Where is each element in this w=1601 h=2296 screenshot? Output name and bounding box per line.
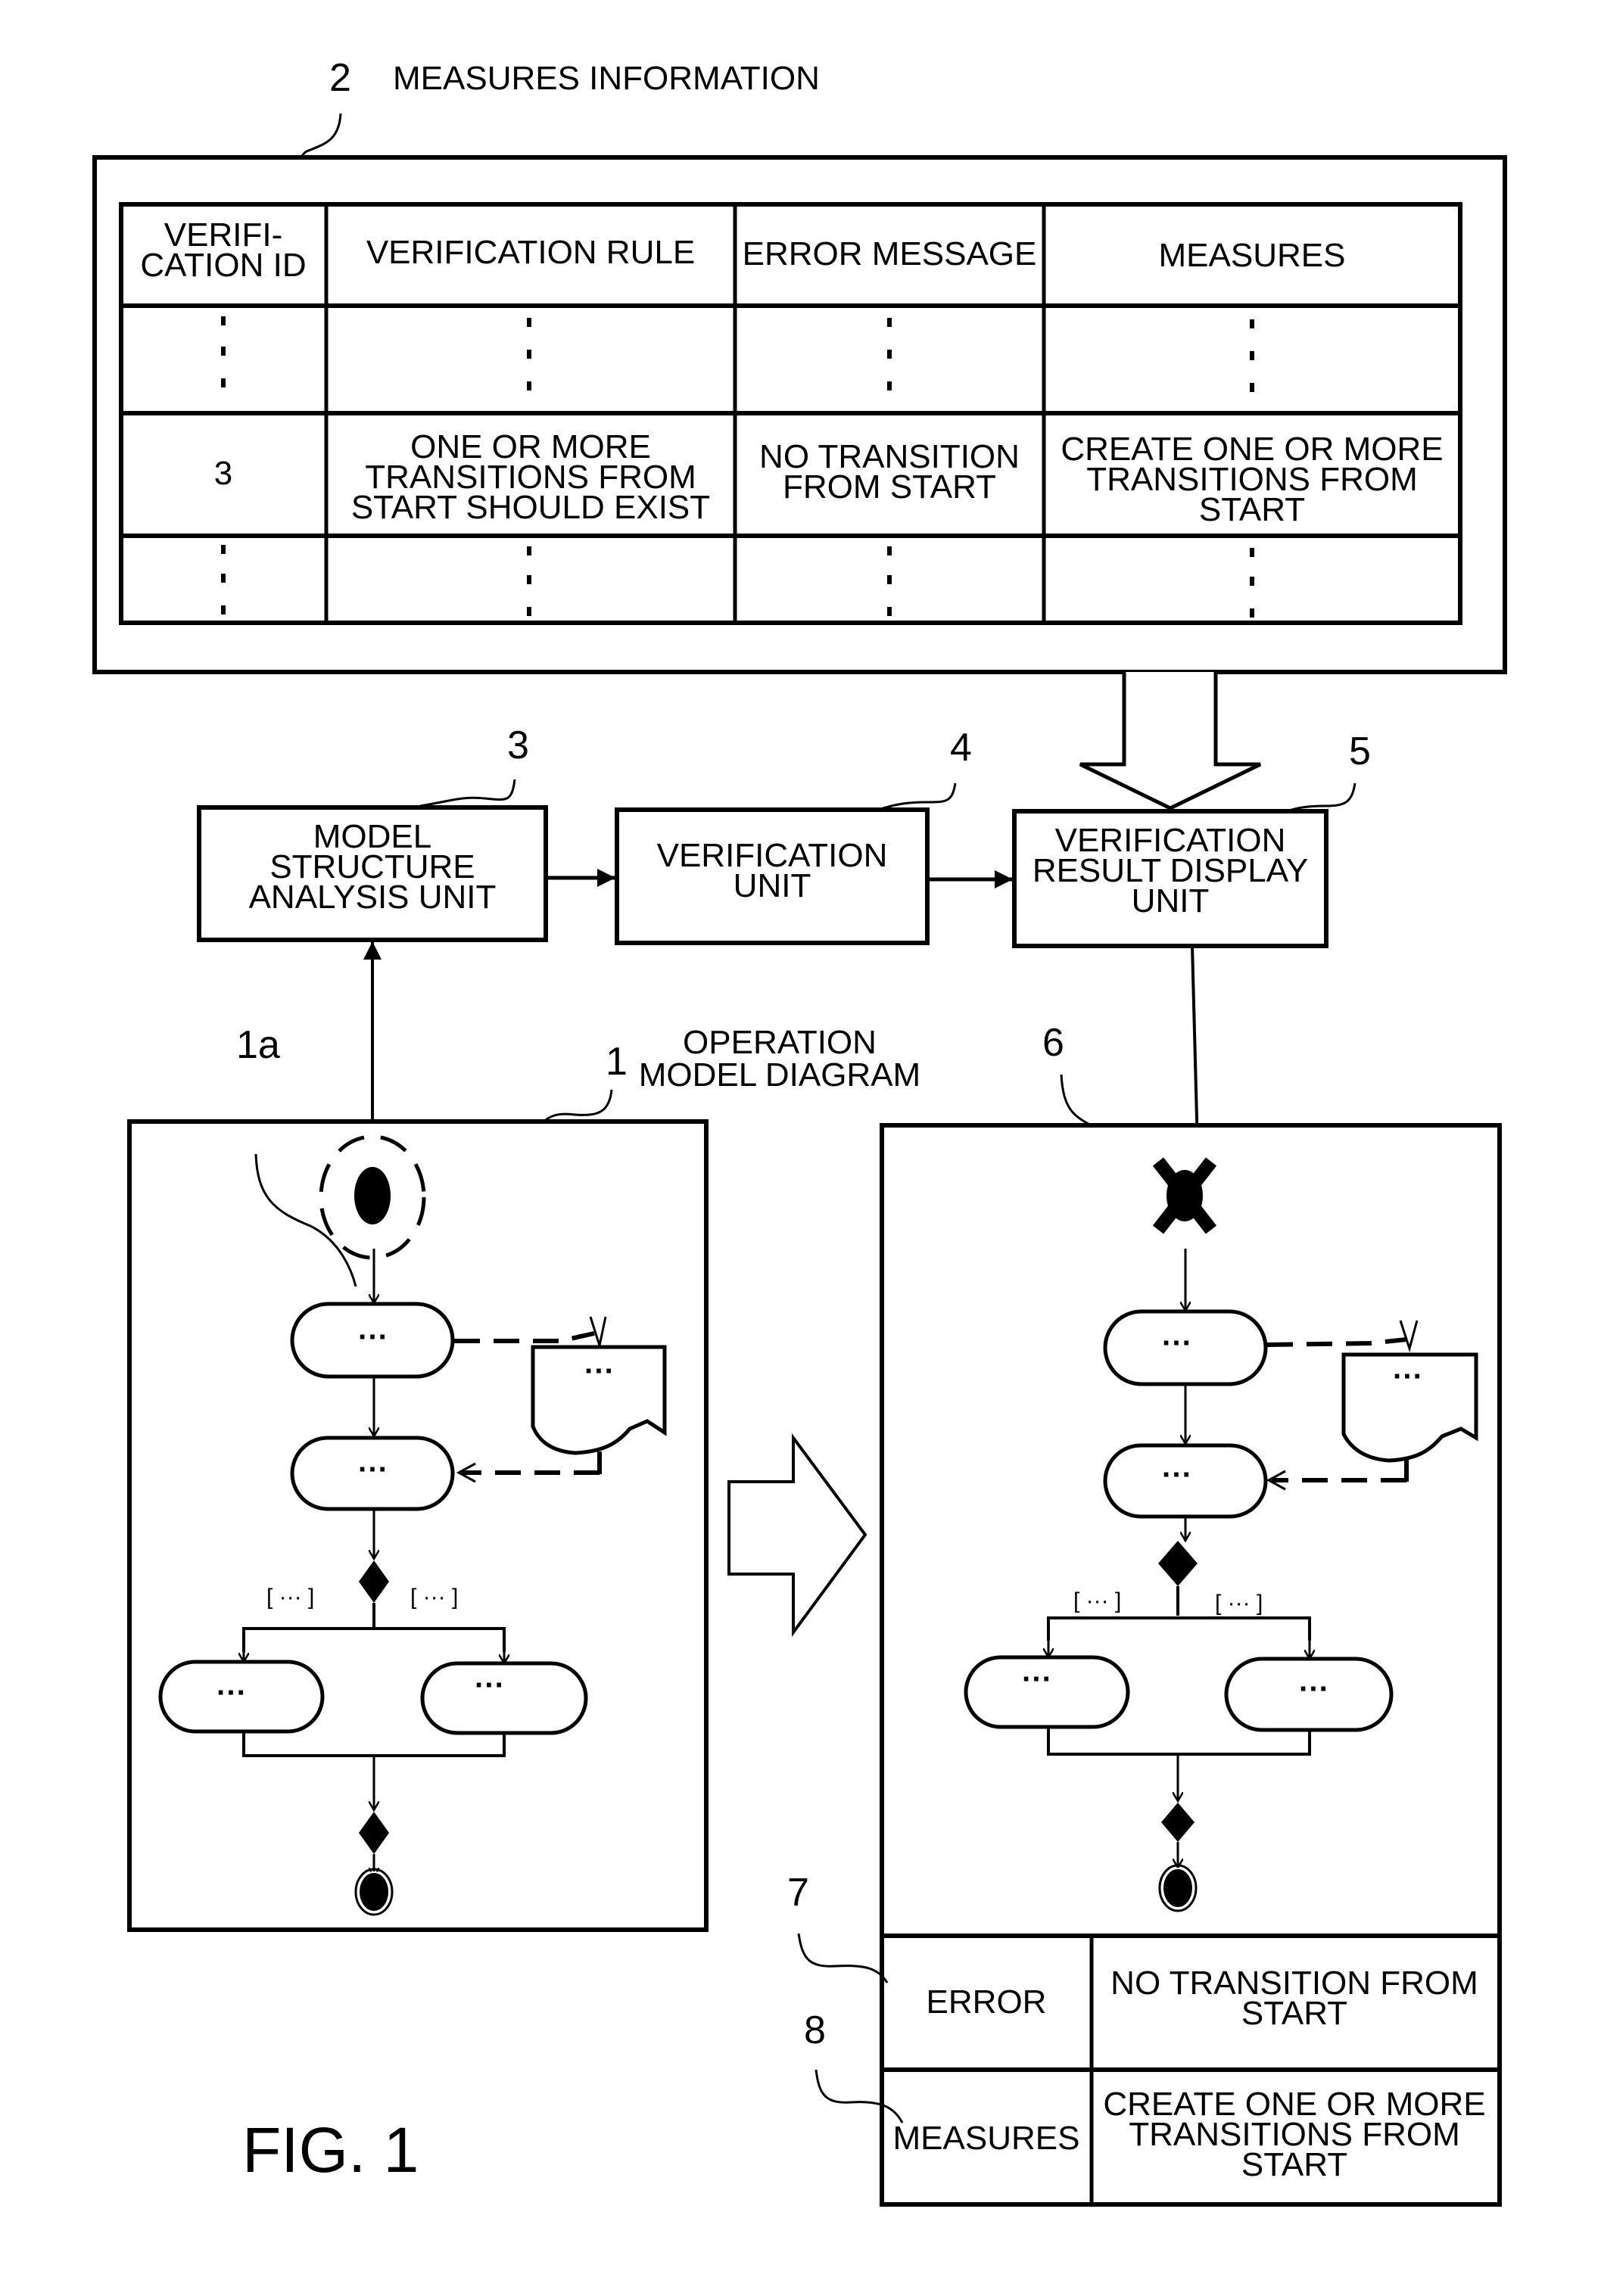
- action-node-2-text: ···: [358, 1453, 388, 1486]
- operation-model-title-line1: OPERATION: [683, 1024, 877, 1061]
- ref-6: 6: [1042, 1021, 1064, 1065]
- result-error-label: ERROR: [927, 1983, 1047, 2021]
- operation-model-diagram-panel: [127, 1119, 709, 1932]
- result-display-line3: UNIT: [1132, 882, 1210, 919]
- operation-model-title-line2: MODEL DIAGRAM: [639, 1056, 920, 1094]
- leader-line-3: [419, 779, 516, 807]
- ref-7: 7: [787, 1871, 809, 1915]
- measures-information-title: MEASURES INFORMATION: [393, 60, 820, 97]
- ref-8: 8: [804, 2008, 826, 2052]
- r-action-node-2-text: ···: [1162, 1458, 1192, 1492]
- figure-label: FIG. 1: [242, 2114, 419, 2186]
- header-verification-id-line2: CATION ID: [140, 247, 306, 284]
- verification-unit-line2: UNIT: [734, 867, 811, 904]
- ref-3: 3: [507, 723, 529, 767]
- r-guard-right: [ ··· ]: [1215, 1591, 1263, 1616]
- object-node-text: ···: [584, 1355, 615, 1388]
- patent-figure: 2 MEASURES INFORMATION VERIFI- CATION ID…: [92, 56, 1507, 2207]
- leader-line-7: [797, 1933, 889, 1983]
- r-action-node-3-text: ···: [1022, 1663, 1052, 1696]
- header-error-message: ERROR MESSAGE: [743, 235, 1037, 272]
- result-measures-line3: START: [1241, 2146, 1347, 2183]
- ref-5: 5: [1349, 730, 1371, 773]
- leader-line-4: [877, 782, 957, 811]
- guard-right: [ ··· ]: [410, 1585, 458, 1610]
- r-final-node-icon: [1162, 1868, 1194, 1909]
- row-verification-id: 3: [214, 455, 232, 492]
- ref-2: 2: [329, 56, 351, 100]
- transform-arrow: [727, 1433, 867, 1638]
- result-error-line2: START: [1241, 1995, 1347, 2032]
- leader-line-5: [1286, 782, 1356, 813]
- header-measures: MEASURES: [1159, 237, 1346, 274]
- header-verification-rule: VERIFICATION RULE: [366, 234, 695, 271]
- result-panel: [880, 1123, 1502, 1939]
- ref-1a: 1a: [236, 1023, 280, 1067]
- result-measures-label: MEASURES: [893, 2120, 1080, 2157]
- final-node-icon: [358, 1871, 390, 1912]
- r-action-node-1-text: ···: [1162, 1327, 1192, 1360]
- leader-line-1: [540, 1089, 613, 1125]
- model-structure-line3: ANALYSIS UNIT: [249, 879, 497, 916]
- action-node-1-text: ···: [358, 1321, 388, 1354]
- r-guard-left: [ ··· ]: [1073, 1588, 1121, 1613]
- guard-left: [ ··· ]: [266, 1585, 314, 1610]
- action-node-3-text: ···: [216, 1676, 247, 1710]
- ref-4: 4: [950, 726, 972, 770]
- action-node-4-text: ···: [475, 1669, 505, 1702]
- row-measures-line3: START: [1199, 491, 1305, 528]
- r-action-node-4-text: ···: [1299, 1672, 1329, 1706]
- ref-1: 1: [606, 1040, 628, 1084]
- r-object-node-text: ···: [1393, 1360, 1423, 1393]
- row-error-line2: FROM START: [783, 468, 996, 506]
- row-rule-line3: START SHOULD EXIST: [351, 489, 710, 526]
- initial-node-icon: [354, 1167, 391, 1224]
- hollow-arrow-measures-to-display: [1079, 672, 1262, 810]
